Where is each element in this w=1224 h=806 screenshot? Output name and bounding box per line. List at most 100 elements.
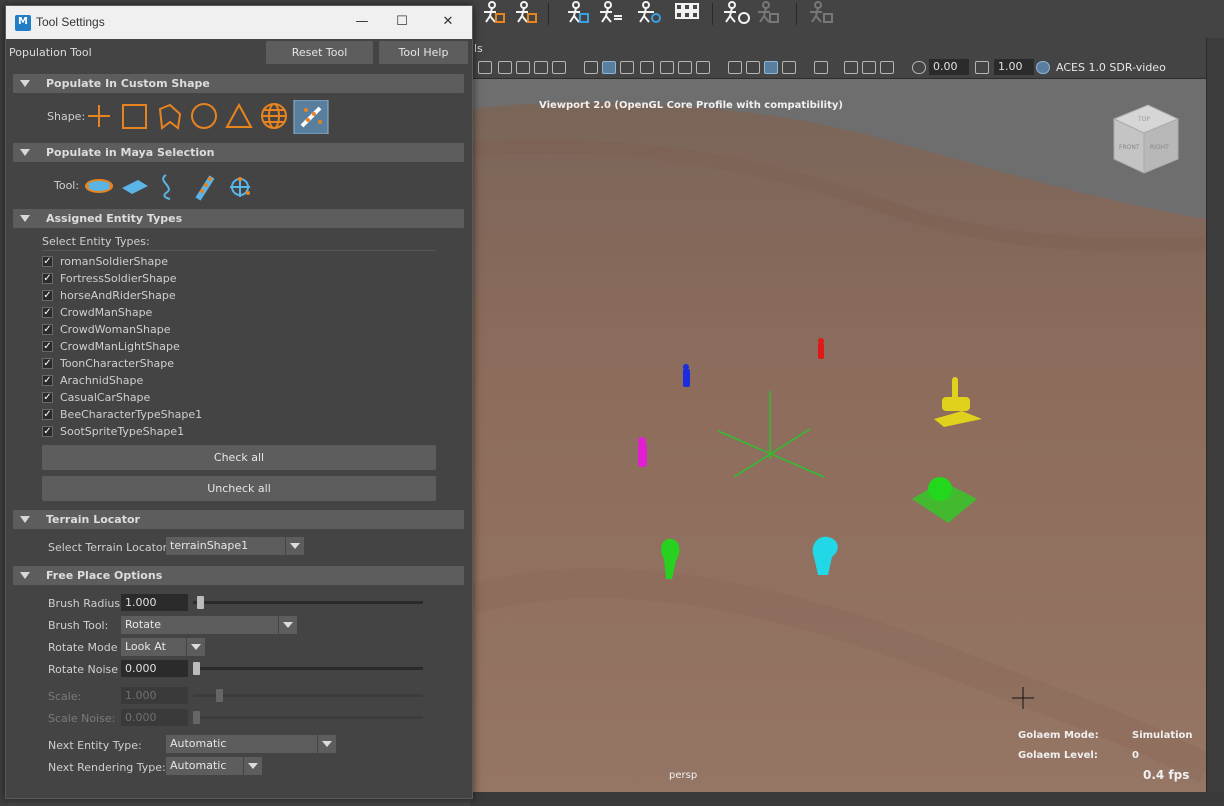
golaem-render-icon[interactable]: [724, 1, 750, 24]
golaem-walker-icon-2[interactable]: [516, 1, 537, 23]
rotate-mode-label: Rotate Mode: [48, 641, 118, 654]
checkbox[interactable]: ✓: [42, 409, 53, 420]
brush-shape-icon[interactable]: [293, 100, 329, 134]
reset-tool-button[interactable]: Reset Tool: [266, 41, 373, 64]
next-entity-type-dropdown[interactable]: Automatic: [166, 735, 336, 753]
fps-readout: 0.4 fps: [1143, 768, 1190, 782]
checkbox[interactable]: ✓: [42, 341, 53, 352]
grid-icon[interactable]: [675, 3, 699, 19]
pan-zoom-icon[interactable]: [844, 61, 858, 74]
text-icon[interactable]: [552, 61, 566, 74]
checkbox[interactable]: ✓: [42, 307, 53, 318]
color-management-icon[interactable]: [1036, 61, 1050, 74]
golaem-walker-icon[interactable]: [484, 1, 505, 23]
golaem-disabled-icon[interactable]: [758, 1, 779, 23]
maximize-button[interactable]: ☐: [388, 12, 416, 32]
entity-name: CasualCarShape: [60, 391, 151, 404]
checkbox[interactable]: ✓: [42, 273, 53, 284]
gamma-field[interactable]: 1.00: [994, 59, 1034, 75]
slider-handle[interactable]: [193, 662, 200, 675]
triangle-shape-icon[interactable]: [225, 102, 253, 128]
minimize-button[interactable]: —: [348, 12, 376, 32]
viewport-menu-fragment[interactable]: ls: [474, 42, 483, 55]
resolution-gate-icon[interactable]: [880, 61, 894, 74]
circle-shape-icon[interactable]: [191, 103, 217, 129]
viewcube-front-label: FRONT: [1119, 144, 1140, 151]
square-shape-icon[interactable]: [122, 104, 147, 129]
section-terrain-locator[interactable]: Terrain Locator: [13, 510, 464, 529]
entity-name: CrowdManShape: [60, 306, 153, 319]
golaem-select-icon[interactable]: [638, 1, 661, 23]
lights-icon[interactable]: [678, 61, 692, 74]
entity-blue[interactable]: [683, 364, 690, 387]
sphere-shape-icon[interactable]: [261, 103, 287, 129]
locator-target-tool-icon[interactable]: [230, 177, 250, 197]
section-free-place[interactable]: Free Place Options: [13, 566, 464, 585]
textured-icon[interactable]: [640, 61, 654, 74]
chevron-down-icon: [317, 735, 336, 753]
golaem-population-icon[interactable]: [568, 1, 589, 23]
particles-tool-icon[interactable]: [195, 175, 215, 201]
mesh-pin-tool-icon[interactable]: [85, 179, 113, 193]
camera-attributes-icon[interactable]: [478, 61, 492, 74]
film-gate-icon[interactable]: [534, 61, 548, 74]
checkbox[interactable]: ✓: [42, 375, 53, 386]
close-button[interactable]: ✕: [434, 12, 462, 32]
exposure-field[interactable]: 0.00: [929, 59, 969, 75]
uncheck-all-button[interactable]: Uncheck all: [42, 476, 436, 501]
motion-blur-icon[interactable]: [746, 61, 760, 74]
shaded-wire-icon[interactable]: [620, 61, 634, 74]
tool-settings-window: M Tool Settings — ☐ ✕ Population Tool Re…: [5, 5, 473, 799]
frame-selection-icon[interactable]: [862, 61, 876, 74]
entity-list-divider: [42, 250, 436, 251]
rotate-mode-dropdown[interactable]: Look At: [121, 638, 205, 656]
entity-magenta[interactable]: [638, 437, 647, 467]
terrain-locator-dropdown[interactable]: terrainShape1: [166, 537, 304, 555]
section-custom-shape[interactable]: Populate In Custom Shape: [13, 74, 464, 93]
xray-joints-icon[interactable]: [782, 61, 796, 74]
select-camera-icon[interactable]: [814, 61, 828, 74]
entity-name: CrowdWomanShape: [60, 323, 171, 336]
golaem-walker-disabled-icon[interactable]: [810, 1, 833, 23]
viewport-3d[interactable]: FRONT RIGHT TOP Viewport 2.0 (OpenGL Cor…: [472, 79, 1206, 792]
slider-handle[interactable]: [197, 596, 204, 609]
next-rendering-type-dropdown[interactable]: Automatic: [166, 757, 262, 775]
section-maya-selection[interactable]: Populate in Maya Selection: [13, 143, 464, 162]
checkbox[interactable]: ✓: [42, 324, 53, 335]
checkbox[interactable]: ✓: [42, 358, 53, 369]
dropdown-value: Rotate: [125, 618, 162, 631]
rotate-noise-field[interactable]: 0.000: [121, 660, 188, 677]
brush-tool-dropdown[interactable]: Rotate: [121, 616, 297, 634]
plus-shape-icon[interactable]: [88, 105, 110, 127]
rotate-noise-slider[interactable]: [193, 662, 423, 675]
checkbox[interactable]: ✓: [42, 290, 53, 301]
smooth-shade-icon[interactable]: [602, 61, 616, 74]
scale-field: 1.000: [121, 687, 188, 704]
collapse-arrow-icon: [20, 80, 30, 87]
tool-help-button[interactable]: Tool Help: [379, 41, 468, 64]
plane-tool-icon[interactable]: [122, 180, 148, 194]
exposure-icon[interactable]: [912, 61, 926, 74]
isolate-select-icon[interactable]: [764, 61, 778, 74]
right-side-panel: [1206, 38, 1224, 806]
shadows-icon[interactable]: [696, 61, 710, 74]
golaem-mode-value: Simulation: [1132, 730, 1193, 741]
window-titlebar[interactable]: M Tool Settings — ☐ ✕: [6, 6, 472, 39]
xray-icon[interactable]: [660, 61, 674, 74]
brush-radius-slider[interactable]: [193, 596, 423, 609]
wireframe-icon[interactable]: [584, 61, 598, 74]
polygon-shape-icon[interactable]: [158, 103, 182, 130]
gamma-icon[interactable]: [975, 61, 989, 74]
checkbox[interactable]: ✓: [42, 256, 53, 267]
image-plane-icon[interactable]: [498, 61, 512, 74]
section-entity-types[interactable]: Assigned Entity Types: [13, 209, 464, 228]
golaem-layers-icon[interactable]: [600, 1, 622, 23]
grid-toggle-icon[interactable]: [516, 61, 530, 74]
checkbox[interactable]: ✓: [42, 426, 53, 437]
entity-red[interactable]: [818, 338, 824, 359]
check-all-button[interactable]: Check all: [42, 445, 436, 470]
ambient-occlusion-icon[interactable]: [728, 61, 742, 74]
curve-tool-icon[interactable]: [162, 174, 171, 200]
brush-radius-field[interactable]: 1.000: [121, 594, 188, 611]
checkbox[interactable]: ✓: [42, 392, 53, 403]
